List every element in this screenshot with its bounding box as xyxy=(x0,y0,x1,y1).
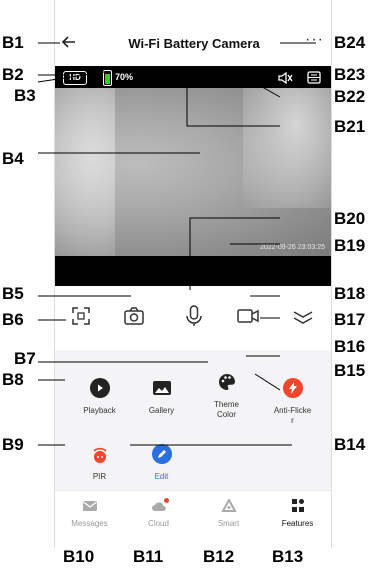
feature-theme-color[interactable]: Theme Color xyxy=(192,372,261,420)
callout-b4: B4 xyxy=(2,149,24,168)
callout-b1: B1 xyxy=(2,33,24,52)
smart-icon xyxy=(220,497,237,513)
play-icon xyxy=(89,378,110,398)
callout-b18: B18 xyxy=(334,284,366,303)
feature-label: Playback xyxy=(83,406,116,415)
feature-label: Anti-Flicke r xyxy=(273,406,312,425)
tab-smart[interactable]: Smart xyxy=(194,497,263,528)
feature-anti-flicker[interactable]: Anti-Flicke r xyxy=(258,378,327,426)
callout-b24: B24 xyxy=(334,33,366,52)
feature-edit[interactable]: Edit xyxy=(127,444,196,482)
pir-icon xyxy=(90,444,110,464)
record-video-icon[interactable] xyxy=(236,304,260,328)
callout-b9: B9 xyxy=(2,435,24,454)
callout-b2: B2 xyxy=(2,65,24,84)
callout-b6: B6 xyxy=(2,310,24,329)
more-options-icon[interactable]: ··· xyxy=(305,32,323,49)
callout-b10: B10 xyxy=(63,547,95,566)
callout-b15: B15 xyxy=(334,361,366,380)
callout-b5: B5 xyxy=(2,284,24,303)
app-screen: Wi-Fi Battery Camera ··· HD 70% 2022-09-… xyxy=(54,0,332,548)
feature-gallery[interactable]: Gallery xyxy=(127,378,196,416)
callout-b23: B23 xyxy=(334,65,366,84)
tab-features[interactable]: Features xyxy=(263,499,331,528)
live-video-view[interactable]: HD 70% 2022-09-26 23:03:25 xyxy=(55,66,331,286)
tab-label: Cloud xyxy=(148,519,169,528)
callout-b21: B21 xyxy=(334,117,366,136)
page-title: Wi-Fi Battery Camera xyxy=(128,36,260,51)
callout-b7: B7 xyxy=(14,349,36,368)
tab-messages[interactable]: Messages xyxy=(55,499,124,528)
callout-b19: B19 xyxy=(334,236,366,255)
snapshot-camera-icon[interactable] xyxy=(122,304,146,328)
callout-b20: B20 xyxy=(334,209,366,228)
bottom-tab-bar: Messages Cloud Smart Features xyxy=(55,490,331,548)
edit-icon xyxy=(151,444,172,464)
callout-b3: B3 xyxy=(14,86,36,105)
features-panel: Playback Gallery Theme Color Anti-Flicke… xyxy=(55,350,331,490)
battery-icon xyxy=(103,70,112,86)
feature-label: Theme Color xyxy=(214,400,239,419)
video-controls xyxy=(55,286,331,350)
flash-icon xyxy=(282,378,303,398)
notification-dot xyxy=(163,498,169,503)
top-bar: Wi-Fi Battery Camera ··· xyxy=(55,0,331,66)
tab-cloud[interactable]: Cloud xyxy=(124,498,193,528)
tab-label: Smart xyxy=(217,519,240,528)
tab-label: Messages xyxy=(71,519,108,528)
tab-label: Features xyxy=(281,519,314,528)
image-icon xyxy=(152,378,172,398)
callout-b16: B16 xyxy=(334,337,366,356)
hd-quality-toggle[interactable]: HD xyxy=(63,71,87,85)
feature-label: Edit xyxy=(154,472,169,481)
callout-b11: B11 xyxy=(133,547,164,566)
callout-b14: B14 xyxy=(334,435,366,454)
palette-icon xyxy=(217,372,237,392)
callout-b12: B12 xyxy=(203,547,235,566)
feature-pir[interactable]: PIR xyxy=(65,444,134,482)
battery-level: 70% xyxy=(115,72,134,82)
collapse-chevron-icon[interactable] xyxy=(291,304,315,328)
fullscreen-icon[interactable] xyxy=(69,304,93,328)
grid-icon xyxy=(290,499,306,513)
feature-label: PIR xyxy=(92,472,107,481)
screen-layout-icon[interactable] xyxy=(307,71,321,84)
cloud-icon xyxy=(151,498,169,513)
callout-b13: B13 xyxy=(272,547,304,566)
camera-feed[interactable] xyxy=(55,88,331,256)
feature-label: Gallery xyxy=(148,406,175,415)
mail-icon xyxy=(82,499,98,513)
callout-b8: B8 xyxy=(2,370,24,389)
microphone-icon[interactable] xyxy=(182,304,206,328)
feature-playback[interactable]: Playback xyxy=(65,378,134,416)
callout-b17: B17 xyxy=(334,310,366,329)
mute-speaker-icon[interactable] xyxy=(277,70,293,86)
callout-b22: B22 xyxy=(334,87,366,106)
video-timestamp: 2022-09-26 23:03:25 xyxy=(260,244,325,251)
